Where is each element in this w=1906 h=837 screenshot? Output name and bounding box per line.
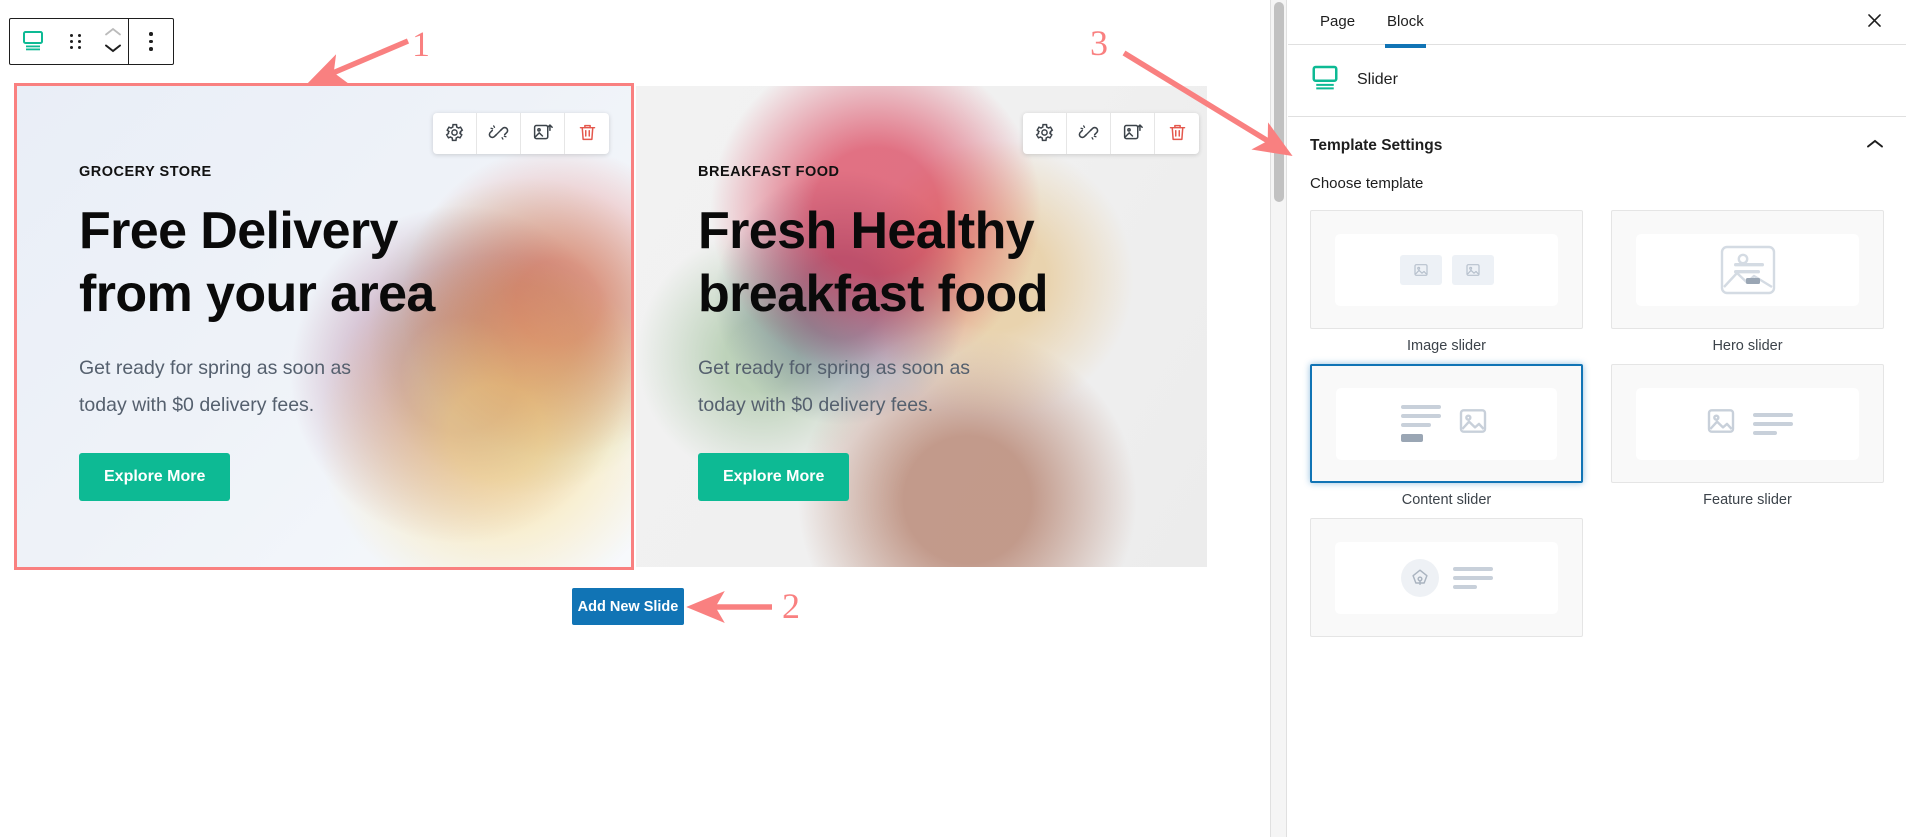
text-lines-icon <box>1452 566 1493 589</box>
more-options-button[interactable] <box>129 19 173 64</box>
slide-replace-image-button[interactable] <box>521 113 565 154</box>
image-with-overlay-text-icon <box>1720 245 1775 294</box>
image-placeholder-icon <box>1451 254 1494 285</box>
annotation-number-3: 3 <box>1090 23 1108 63</box>
sidebar-inner: Page Block Slider Template Settings Choo… <box>1288 0 1906 837</box>
selected-block-name: Slider <box>1357 70 1398 88</box>
two-image-placeholders-thumb <box>1335 233 1558 306</box>
slide-eyebrow: BREAKFAST FOOD <box>698 164 840 180</box>
template-label: Content slider <box>1401 492 1492 508</box>
hero-thumb <box>1636 233 1859 306</box>
template-option-hero-slider[interactable]: Hero slider <box>1611 210 1884 354</box>
annotation-number-2: 2 <box>782 586 800 626</box>
text-lines-icon <box>1401 405 1442 442</box>
explore-more-button[interactable]: Explore More <box>698 453 850 501</box>
slider-block-icon-button[interactable] <box>10 19 54 64</box>
block-toolbar-options-group <box>129 19 173 64</box>
template-option-content-slider[interactable]: Content slider <box>1310 364 1583 508</box>
move-block-buttons[interactable] <box>98 19 128 64</box>
template-card[interactable] <box>1310 518 1583 637</box>
app-root: GROCERY STORE Free Delivery from your ar… <box>0 0 1906 837</box>
sidebar-scrollbar[interactable] <box>1271 0 1287 837</box>
block-settings-sidebar: Page Block Slider Template Settings Choo… <box>1270 0 1906 837</box>
slide-2[interactable]: BREAKFAST FOOD Fresh Healthy breakfast f… <box>636 86 1207 567</box>
chevron-down-icon[interactable] <box>104 42 122 57</box>
template-grid: Image slider Hero slider Content slider … <box>1288 202 1906 508</box>
add-new-slide-button[interactable]: Add New Slide <box>572 588 684 625</box>
explore-more-button[interactable]: Explore More <box>79 453 231 501</box>
template-card[interactable] <box>1310 210 1583 329</box>
chevron-up-icon[interactable] <box>1866 137 1884 155</box>
block-toolbar <box>9 18 174 65</box>
template-settings-panel-header[interactable]: Template Settings <box>1288 117 1906 175</box>
slide-1-toolbar <box>433 113 609 154</box>
close-sidebar-button[interactable] <box>1858 6 1890 38</box>
annotation-number-1: 1 <box>412 24 430 64</box>
template-card[interactable] <box>1611 364 1884 483</box>
pen-tool-left-text-right-thumb <box>1335 541 1558 614</box>
broken-link-icon <box>1078 122 1099 146</box>
trash-icon <box>577 122 598 146</box>
slide-subtext: Get ready for spring as soon as today wi… <box>79 357 352 416</box>
template-card-selected[interactable] <box>1310 364 1583 483</box>
template-label: Image slider <box>1407 338 1486 354</box>
image-placeholder-icon <box>1703 405 1739 442</box>
image-placeholder-icon <box>1399 254 1442 285</box>
image-placeholder-icon <box>1455 405 1491 442</box>
template-option-image-slider[interactable]: Image slider <box>1310 210 1583 354</box>
tab-block[interactable]: Block <box>1371 0 1440 48</box>
slide-eyebrow: GROCERY STORE <box>79 164 212 180</box>
sidebar-tabs: Page Block <box>1288 0 1906 48</box>
template-grid-overflow <box>1288 508 1906 637</box>
drag-handle-button[interactable] <box>54 19 98 64</box>
pen-tool-icon <box>1400 558 1439 597</box>
template-label: Hero slider <box>1712 338 1783 354</box>
template-label: Feature slider <box>1703 492 1792 508</box>
template-card[interactable] <box>1611 210 1884 329</box>
gear-icon <box>1034 122 1055 146</box>
chevron-up-icon[interactable] <box>104 26 122 41</box>
trash-icon <box>1167 122 1188 146</box>
slide-2-toolbar <box>1023 113 1199 154</box>
sidebar-scrollbar-thumb[interactable] <box>1274 2 1284 202</box>
broken-link-icon <box>488 122 509 146</box>
template-option-pen-slider[interactable] <box>1310 518 1583 637</box>
image-upload-icon <box>1122 122 1143 146</box>
block-toolbar-main-group <box>10 19 128 64</box>
image-left-text-right-thumb <box>1636 387 1859 460</box>
slide-headline: Free Delivery from your area <box>79 202 435 323</box>
slide-settings-button[interactable] <box>433 113 477 154</box>
text-lines-icon <box>1752 412 1793 435</box>
slide-replace-image-button[interactable] <box>1111 113 1155 154</box>
slides-container: GROCERY STORE Free Delivery from your ar… <box>14 83 1207 570</box>
slide-delete-button[interactable] <box>1155 113 1199 154</box>
slider-block-icon <box>1310 62 1340 97</box>
editor-canvas: GROCERY STORE Free Delivery from your ar… <box>0 0 1258 837</box>
slide-unlink-button[interactable] <box>1067 113 1111 154</box>
tab-page[interactable]: Page <box>1304 0 1371 44</box>
slide-unlink-button[interactable] <box>477 113 521 154</box>
drag-handle-icon <box>70 34 82 49</box>
slide-delete-button[interactable] <box>565 113 609 154</box>
image-upload-icon <box>532 122 553 146</box>
choose-template-label: Choose template <box>1310 175 1424 192</box>
template-option-feature-slider[interactable]: Feature slider <box>1611 364 1884 508</box>
slider-block-icon <box>21 28 43 55</box>
slide-subtext: Get ready for spring as soon as today wi… <box>698 357 971 416</box>
gear-icon <box>444 122 465 146</box>
slide-headline: Fresh Healthy breakfast food <box>698 202 1048 323</box>
more-options-vertical-icon <box>149 32 153 51</box>
text-left-image-right-thumb <box>1336 387 1557 460</box>
slide-1[interactable]: GROCERY STORE Free Delivery from your ar… <box>17 86 631 567</box>
close-icon <box>1865 11 1884 33</box>
slide-settings-button[interactable] <box>1023 113 1067 154</box>
template-settings-title: Template Settings <box>1310 137 1443 154</box>
selected-block-info: Slider <box>1288 45 1906 117</box>
